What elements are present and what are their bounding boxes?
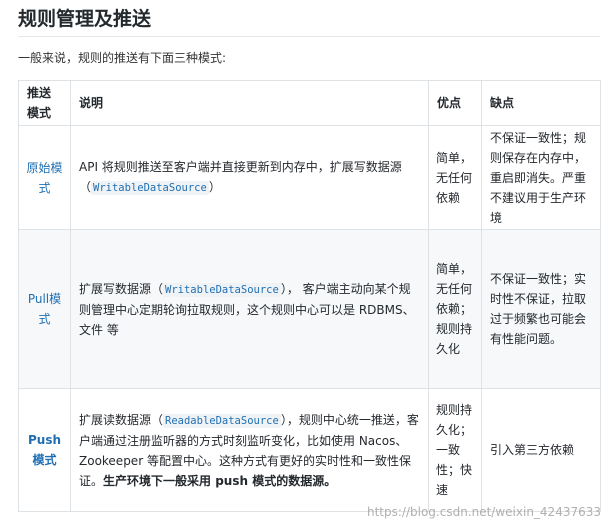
intro-paragraph: 一般来说，规则的推送有下面三种模式:: [18, 51, 227, 65]
desc-bold: 生产环境下一般采用 push 模式的数据源。: [103, 473, 337, 488]
desc-text-after: ）: [208, 180, 221, 194]
desc-code: WritableDataSource: [163, 282, 281, 297]
cell-pros: 简单，无任何依赖；规则持久化: [428, 229, 482, 389]
cell-mode: Push模式: [18, 388, 71, 512]
push-mode-table-container: 推送模式 说明 优点 缺点 原始模式 API 将规则推送至客户端并直接更新到内存…: [18, 80, 601, 512]
cell-mode: Pull模式: [18, 229, 71, 389]
cell-desc: API 将规则推送至客户端并直接更新到内存中，扩展写数据源（ WritableDa…: [70, 125, 429, 230]
cell-desc: 扩展写数据源（ WritableDataSource）， 客户端主动向某个规则管理…: [70, 229, 429, 389]
cell-cons: 不保证一致性；实时性不保证，拉取过于频繁也可能会有性能问题。: [481, 229, 601, 389]
table-row: Pull模式 扩展写数据源（ WritableDataSource）， 客户端主动…: [18, 229, 601, 389]
cell-pros: 简单，无任何依赖: [428, 125, 482, 230]
push-mode-table: 推送模式 说明 优点 缺点 原始模式 API 将规则推送至客户端并直接更新到内存…: [18, 80, 601, 512]
article-page: 规则管理及推送 一般来说，规则的推送有下面三种模式: 推送模式 说明 优点 缺点…: [0, 0, 609, 523]
cell-pros: 规则持久化；一致性；快速: [428, 388, 482, 512]
cell-mode: 原始模式: [18, 125, 71, 230]
cell-cons: 引入第三方依赖: [481, 388, 601, 512]
header-mode: 推送模式: [18, 80, 71, 126]
cell-desc: 扩展读数据源（ ReadableDataSource ），规则中心统一推送，客户端通…: [70, 388, 429, 512]
cell-cons: 不保证一致性；规则保存在内存中，重启即消失。严重不建议用于生产环境: [481, 125, 601, 230]
section-heading: 规则管理及推送: [18, 8, 152, 30]
desc-code: ReadableDataSource: [163, 413, 281, 428]
desc-code: WritableDataSource: [91, 181, 209, 195]
desc-text: 扩展写数据源（: [79, 281, 164, 296]
table-header-row: 推送模式 说明 优点 缺点: [18, 80, 601, 126]
heading-divider: [18, 36, 600, 37]
table-row: Push模式 扩展读数据源（ ReadableDataSource ），规则中心统一…: [18, 388, 601, 512]
header-desc: 说明: [70, 80, 429, 126]
header-pros: 优点: [428, 80, 482, 126]
watermark: https://blog.csdn.net/weixin_42437633: [366, 505, 601, 519]
table-row: 原始模式 API 将规则推送至客户端并直接更新到内存中，扩展写数据源（ Writa…: [18, 125, 601, 230]
desc-text: 扩展读数据源（: [79, 412, 164, 427]
header-cons: 缺点: [481, 80, 601, 126]
